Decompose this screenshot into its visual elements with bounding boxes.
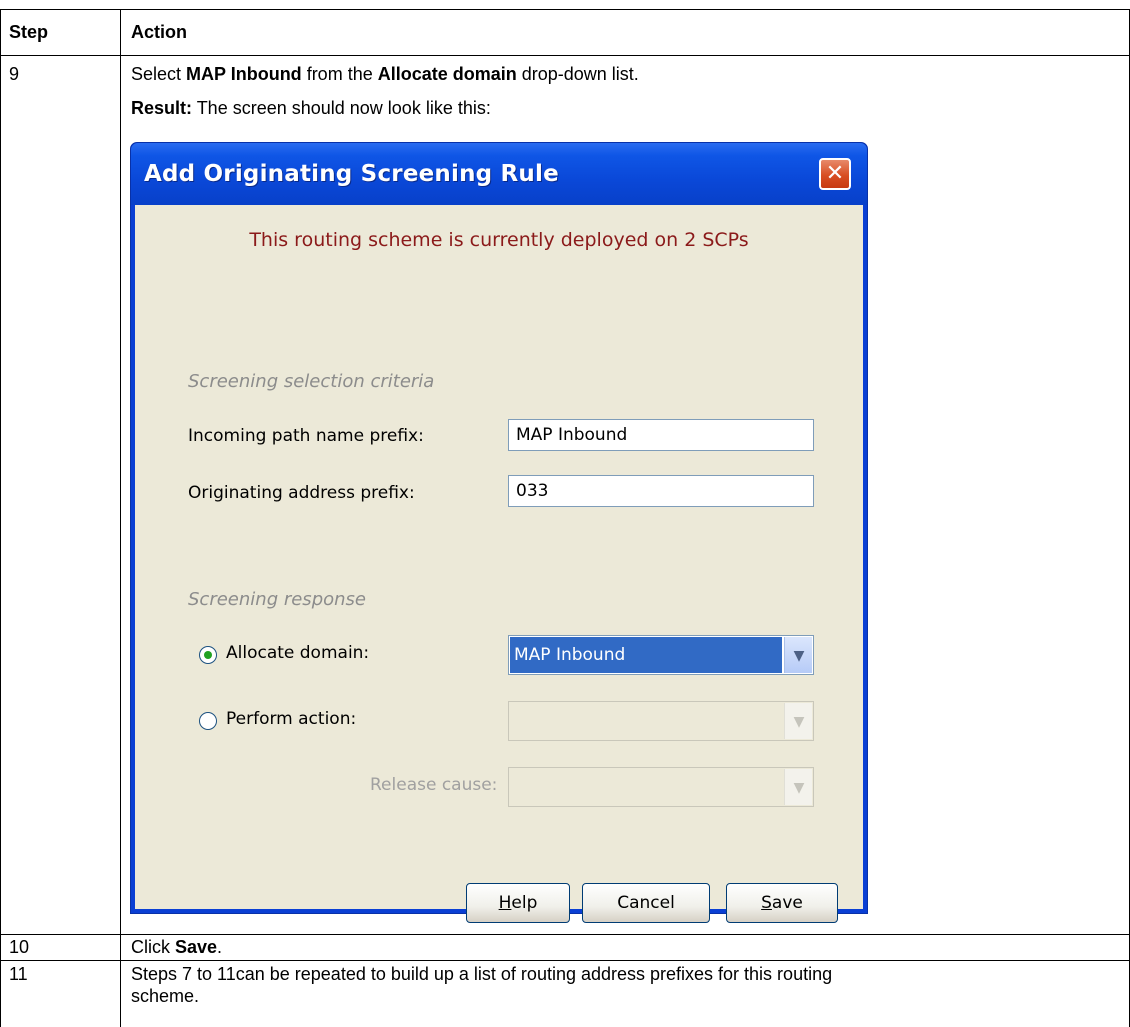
incoming-path-input[interactable]: MAP Inbound: [508, 419, 814, 451]
chevron-down-icon: ▼: [793, 780, 805, 796]
close-icon: ✕: [825, 161, 845, 186]
originating-address-label: Originating address prefix:: [188, 483, 415, 503]
allocate-domain-label[interactable]: Allocate domain:: [226, 643, 369, 663]
radio-selected-dot: [204, 651, 212, 659]
step-instruction: Steps 7 to 11can be repeated to build up…: [131, 964, 833, 984]
table-header-divider: [0, 55, 1130, 56]
table-top-border: [0, 9, 1130, 10]
selection-criteria-heading: Screening selection criteria: [188, 371, 435, 392]
save-button[interactable]: Save: [726, 883, 838, 923]
action-column-header: Action: [131, 22, 187, 42]
step-number: 10: [9, 937, 30, 957]
dropdown-arrow-button[interactable]: ▼: [784, 769, 812, 805]
dialog-title-bar[interactable]: Add Originating Screening Rule ✕: [131, 143, 867, 205]
table-column-divider: [120, 9, 121, 1027]
table-row-divider: [0, 934, 1130, 935]
step-result: Result: The screen should now look like …: [131, 98, 491, 118]
perform-action-radio[interactable]: [199, 712, 217, 730]
table-row-divider: [0, 960, 1130, 961]
dialog-title: Add Originating Screening Rule: [144, 161, 559, 187]
release-cause-select[interactable]: ▼: [508, 767, 814, 807]
perform-action-select[interactable]: ▼: [508, 701, 814, 741]
step-number: 9: [9, 64, 20, 84]
close-button[interactable]: ✕: [819, 158, 851, 190]
cancel-button[interactable]: Cancel: [582, 883, 710, 923]
step-number: 11: [9, 964, 28, 984]
incoming-path-label: Incoming path name prefix:: [188, 426, 424, 446]
add-originating-screening-rule-dialog: Add Originating Screening Rule ✕ This ro…: [130, 142, 868, 923]
screening-response-heading: Screening response: [188, 589, 366, 610]
step-instruction-continued: scheme.: [131, 986, 200, 1006]
release-cause-label: Release cause:: [370, 775, 498, 795]
step-column-header: Step: [9, 22, 49, 42]
step-instruction: Select MAP Inbound from the Allocate dom…: [131, 64, 639, 84]
dropdown-arrow-button[interactable]: ▼: [784, 637, 812, 673]
perform-action-label[interactable]: Perform action:: [226, 709, 356, 729]
allocate-domain-select[interactable]: MAP Inbound ▼: [508, 635, 814, 675]
chevron-down-icon: ▼: [793, 648, 805, 664]
table-left-border: [0, 9, 1, 1027]
dialog-body: This routing scheme is currently deploye…: [135, 205, 863, 923]
allocate-domain-radio[interactable]: [199, 646, 217, 664]
allocate-domain-value: MAP Inbound: [510, 637, 782, 673]
originating-address-input[interactable]: 033: [508, 475, 814, 507]
deployment-message: This routing scheme is currently deploye…: [249, 229, 749, 251]
chevron-down-icon: ▼: [793, 714, 805, 730]
step-instruction: Click Save.: [131, 937, 223, 957]
help-button[interactable]: Help: [466, 883, 570, 923]
dropdown-arrow-button[interactable]: ▼: [784, 703, 812, 739]
